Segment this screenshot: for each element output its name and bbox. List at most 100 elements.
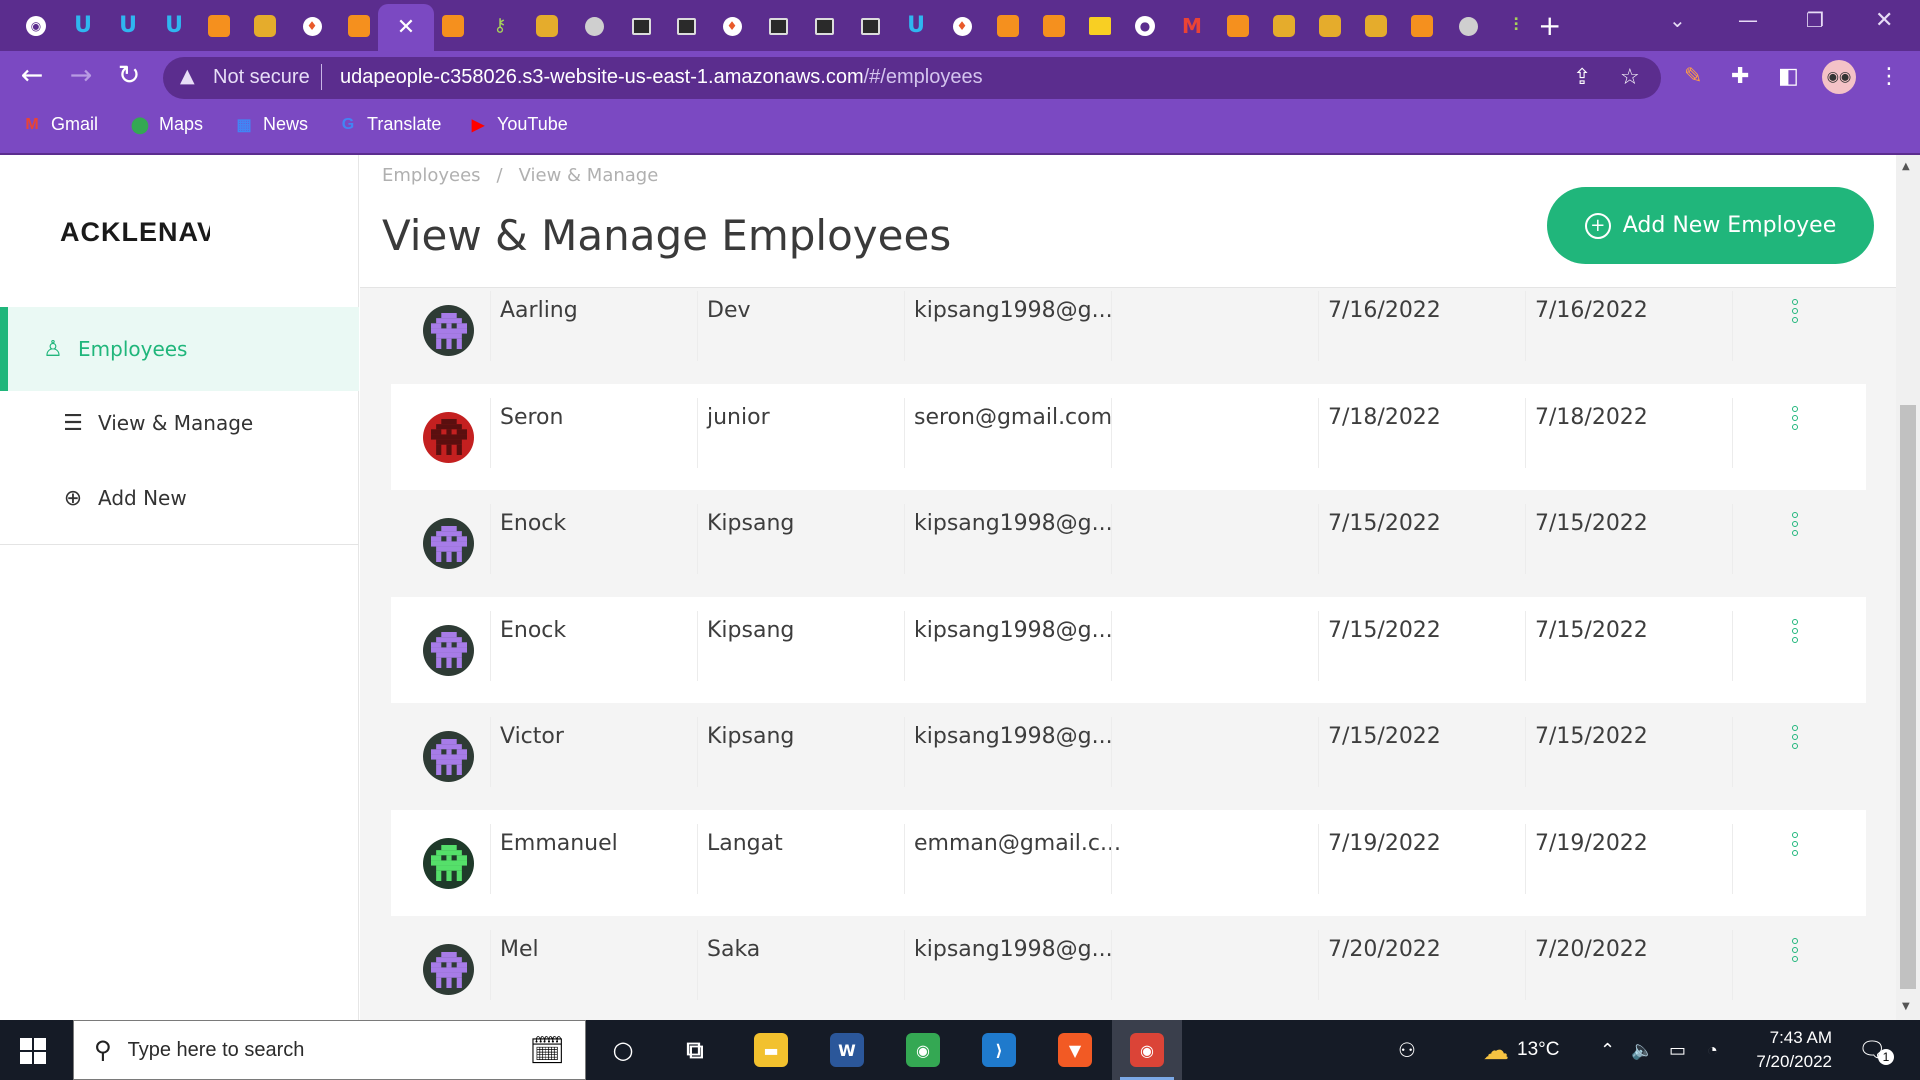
windows-start-button[interactable] (20, 1038, 46, 1068)
browser-tab[interactable]: ◉ (14, 6, 58, 46)
table-row[interactable]: Mel Saka kipsang1998@g... 7/20/2022 7/20/202… (391, 916, 1866, 1022)
browser-tab[interactable] (1400, 6, 1444, 46)
address-bar[interactable]: ▲ Not secure udapeople-c358026.s3-websit… (163, 57, 1661, 99)
browser-tab[interactable]: ♦ (290, 6, 334, 46)
table-row[interactable]: Emmanuel Langat emman@gmail.c... 7/19/2022 7… (391, 809, 1866, 916)
taskbar-app[interactable]: ◉ (1112, 1020, 1182, 1080)
side-panel-icon[interactable]: ◧ (1778, 64, 1799, 89)
browser-tab[interactable]: ✕ (378, 4, 434, 51)
menu-icon[interactable]: ⋮ (1878, 64, 1900, 89)
row-actions-menu-icon[interactable] (1790, 299, 1800, 323)
add-new-employee-button[interactable]: + Add New Employee (1547, 187, 1874, 264)
battery-icon[interactable]: ▭ (1669, 1020, 1686, 1080)
system-clock[interactable]: 7:43 AM 7/20/2022 (1722, 1026, 1832, 1074)
wifi-icon[interactable]: ◔ (1707, 1020, 1718, 1080)
udacity-icon: U (74, 13, 92, 38)
scrollbar-thumb[interactable] (1900, 405, 1916, 989)
tab-search-icon[interactable]: ⌄ (1669, 8, 1686, 32)
browser-tab[interactable]: ⚷ (478, 6, 522, 46)
browser-tab[interactable] (619, 6, 663, 46)
pen-extension-icon[interactable]: ✎ (1684, 64, 1702, 89)
table-row[interactable]: Victor Kipsang kipsang1998@g... 7/15/2022 7/… (391, 703, 1866, 809)
new-tab-button[interactable]: + (1538, 9, 1561, 42)
browser-tab[interactable] (431, 6, 475, 46)
row-actions-menu-icon[interactable] (1790, 405, 1800, 430)
table-row[interactable]: Aarling Dev kipsang1998@g... 7/16/2022 7/16/… (391, 277, 1866, 383)
breadcrumb-employees[interactable]: Employees (382, 165, 481, 186)
sidebar-item-view-manage[interactable]: ☰ View & Manage (0, 390, 359, 456)
browser-tab[interactable] (1446, 6, 1490, 46)
browser-tab[interactable] (802, 6, 846, 46)
sidebar-item-employees[interactable]: ♙ Employees (0, 307, 359, 391)
browser-tab[interactable]: M (1170, 6, 1214, 46)
row-actions-menu-icon[interactable] (1790, 831, 1800, 856)
volume-icon[interactable]: 🔈 (1631, 1020, 1653, 1080)
browser-tab[interactable] (848, 6, 892, 46)
browser-tab[interactable] (572, 6, 616, 46)
browser-tab[interactable]: U (152, 6, 196, 46)
taskbar-search-box[interactable]: ⚲ Type here to search 🗓 (73, 1020, 586, 1080)
reload-icon[interactable]: ↻ (113, 62, 145, 90)
share-icon[interactable]: ⇪ (1573, 65, 1591, 90)
row-actions-menu-icon[interactable] (1790, 725, 1800, 749)
scroll-up-icon[interactable]: ▲ (1902, 161, 1910, 172)
table-row[interactable]: Enock Kipsang kipsang1998@g... 7/15/2022 7/1… (391, 596, 1866, 703)
bookmark-star-icon[interactable]: ☆ (1620, 65, 1640, 90)
browser-tab[interactable]: ♦ (710, 6, 754, 46)
browser-tab[interactable] (756, 6, 800, 46)
browser-tab[interactable] (986, 6, 1030, 46)
taskbar-app[interactable]: ○ (588, 1020, 658, 1080)
avatar (423, 624, 474, 676)
back-icon[interactable]: ← (16, 62, 48, 90)
browser-tab[interactable] (197, 6, 241, 46)
bookmark-youtube[interactable]: ▶ YouTube (468, 114, 568, 135)
breadcrumb-view-manage[interactable]: View & Manage (519, 165, 659, 186)
people-icon[interactable]: ⚇ (1398, 1020, 1416, 1080)
taskbar-app[interactable]: ⧉ (660, 1020, 730, 1080)
notifications-button[interactable]: 🗨 1 (1858, 1020, 1894, 1080)
row-actions-menu-icon[interactable] (1790, 512, 1800, 536)
profile-avatar[interactable]: ◉◉ (1822, 60, 1856, 94)
url-text[interactable]: udapeople-c358026.s3-website-us-east-1.a… (340, 66, 983, 89)
extensions-icon[interactable]: ✚ (1731, 64, 1749, 89)
browser-tab[interactable] (243, 6, 287, 46)
restore-icon[interactable]: ❐ (1806, 8, 1824, 32)
browser-tab[interactable]: ● (1123, 6, 1167, 46)
close-window-icon[interactable]: ✕ (1875, 8, 1893, 33)
browser-tab[interactable]: ⫶ (1494, 6, 1538, 46)
updated-date-cell: 7/16/2022 (1525, 291, 1732, 361)
bookmark-translate[interactable]: G Translate (338, 114, 442, 135)
taskbar-app[interactable]: ◉ (888, 1020, 958, 1080)
browser-tab[interactable]: U (61, 6, 105, 46)
tray-overflow-icon[interactable]: ⌃ (1600, 1020, 1615, 1080)
browser-tab[interactable] (1078, 6, 1122, 46)
taskbar-app[interactable]: ▼ (1040, 1020, 1110, 1080)
bookmark-gmail[interactable]: M Gmail (22, 114, 98, 135)
browser-tab[interactable]: ♦ (940, 6, 984, 46)
browser-tab[interactable] (1308, 6, 1352, 46)
row-actions-menu-icon[interactable] (1790, 618, 1800, 643)
bookmark-news[interactable]: ▦ News (234, 114, 308, 135)
browser-tab[interactable] (525, 6, 569, 46)
taskbar-app[interactable]: ⟩ (964, 1020, 1034, 1080)
forward-icon[interactable]: → (65, 62, 97, 90)
bookmark-maps[interactable]: ⬤ Maps (130, 114, 203, 135)
row-actions-menu-icon[interactable] (1790, 938, 1800, 962)
browser-tab[interactable] (1354, 6, 1398, 46)
browser-tab[interactable] (664, 6, 708, 46)
table-row[interactable]: Enock Kipsang kipsang1998@g... 7/15/2022 7/1… (391, 490, 1866, 596)
taskbar-app[interactable]: W (812, 1020, 882, 1080)
taskbar-app[interactable]: ▬ (736, 1020, 806, 1080)
weather-widget[interactable]: ☁ 13°C (1483, 1020, 1559, 1080)
browser-tab[interactable] (1216, 6, 1260, 46)
scroll-down-icon[interactable]: ▼ (1902, 1001, 1910, 1012)
minimize-icon[interactable]: — (1738, 8, 1758, 32)
browser-tab[interactable]: U (894, 6, 938, 46)
page-scrollbar[interactable]: ▲ ▼ (1896, 155, 1920, 1020)
browser-tab[interactable] (1032, 6, 1076, 46)
sidebar-item-add-new[interactable]: ⊕ Add New (0, 465, 359, 531)
browser-tab[interactable] (337, 6, 381, 46)
table-row[interactable]: Seron junior seron@gmail.com 7/18/2022 7/18/… (391, 383, 1866, 490)
browser-tab[interactable] (1262, 6, 1306, 46)
browser-tab[interactable]: U (106, 6, 150, 46)
